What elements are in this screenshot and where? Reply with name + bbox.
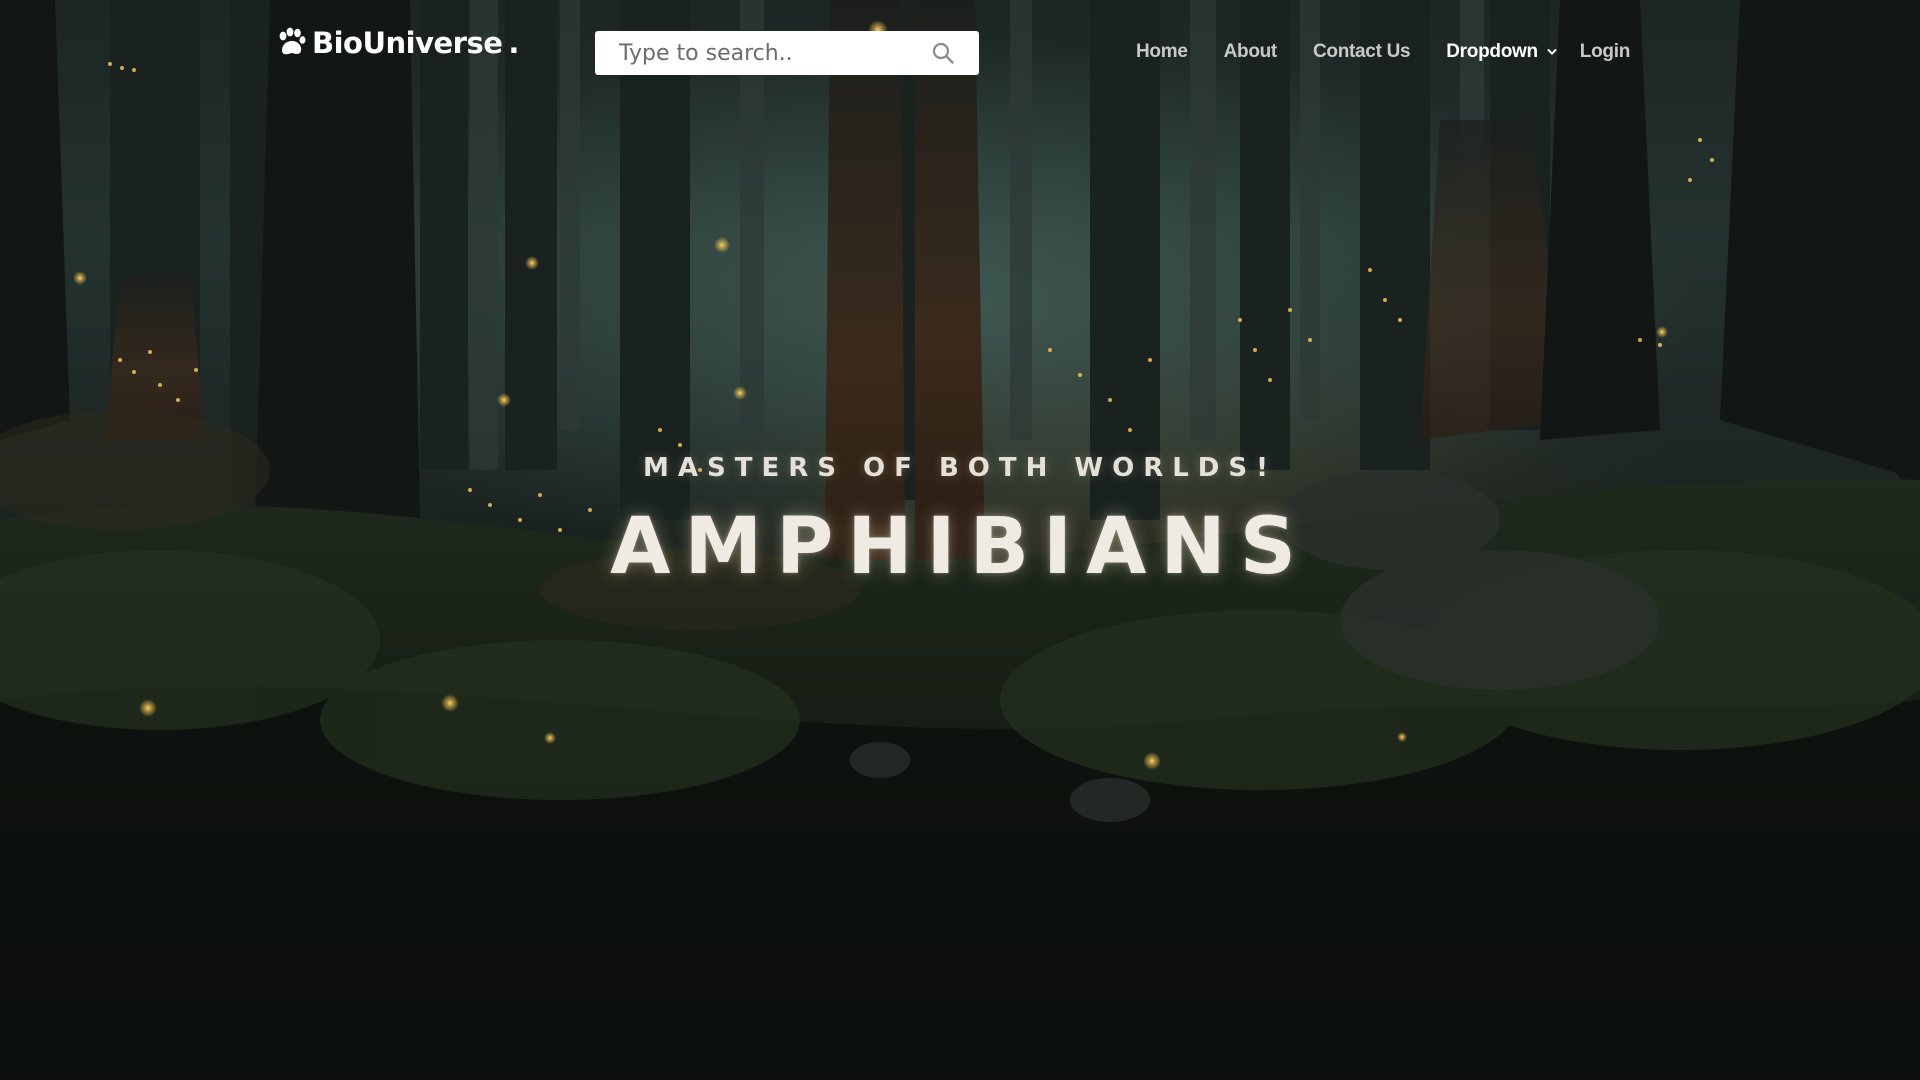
nav-login[interactable]: Login xyxy=(1580,41,1631,63)
nav-dropdown[interactable]: Dropdown xyxy=(1446,41,1558,63)
hero: MASTERS OF BOTH WORLDS! AMPHIBIANS xyxy=(0,448,1920,592)
paw-icon xyxy=(279,27,306,55)
chevron-down-icon[interactable] xyxy=(1546,46,1558,58)
search-box xyxy=(595,31,979,75)
search-input[interactable] xyxy=(619,40,931,66)
nav-home[interactable]: Home xyxy=(1136,41,1188,63)
brand-name-text: BioUniverse xyxy=(312,26,503,60)
hero-title: AMPHIBIANS xyxy=(610,502,1310,592)
search-icon[interactable] xyxy=(931,41,955,65)
nav-dropdown-label[interactable]: Dropdown xyxy=(1446,41,1538,63)
hero-subtitle: MASTERS OF BOTH WORLDS! xyxy=(643,453,1277,483)
nav-about[interactable]: About xyxy=(1224,41,1278,63)
nav-contact-us[interactable]: Contact Us xyxy=(1313,41,1411,63)
page: BioUniverse. Home About Contact Us Dropd… xyxy=(0,0,1920,1080)
brand-logo[interactable]: BioUniverse. xyxy=(276,26,519,60)
brand-name: BioUniverse. xyxy=(312,26,519,60)
navbar: BioUniverse. Home About Contact Us Dropd… xyxy=(0,0,1920,104)
brand-name-dot: . xyxy=(508,26,519,60)
main-nav: Home About Contact Us Dropdown Login xyxy=(1136,40,1630,64)
